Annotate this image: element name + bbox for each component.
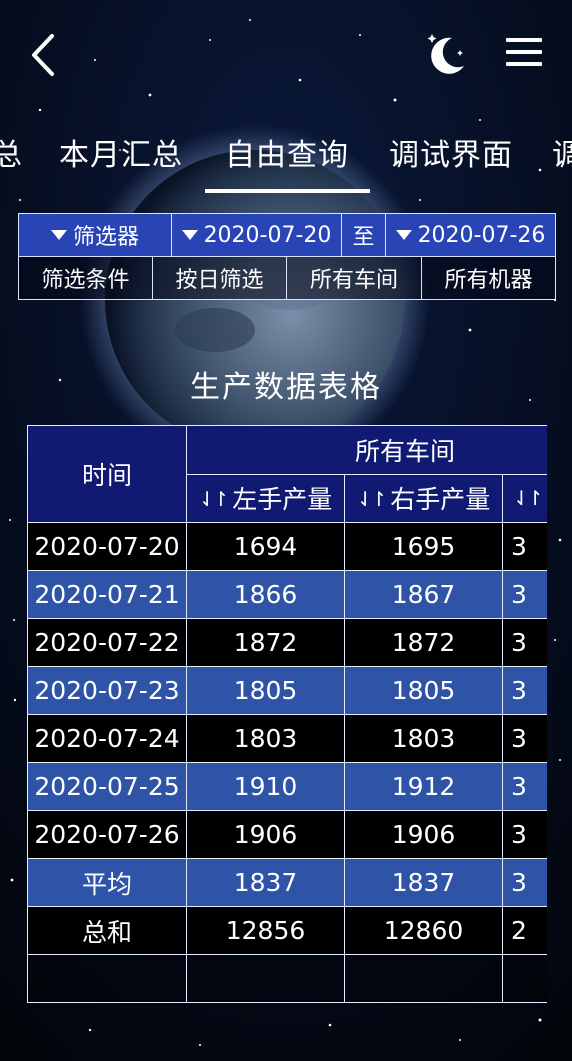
- to-label: 至: [352, 225, 375, 250]
- left-output-cell: 1866: [186, 570, 345, 619]
- moon-stars-icon: [427, 34, 464, 74]
- tab-free-query[interactable]: 自由查询: [225, 130, 349, 174]
- third-output-cell: 3: [502, 810, 547, 859]
- time-cell: 2020-07-26: [27, 810, 187, 859]
- third-output-cell: 3: [502, 858, 547, 907]
- right-output-cell: 1906: [344, 810, 503, 859]
- workshop-select[interactable]: 所有车间: [286, 256, 422, 300]
- night-mode-toggle[interactable]: [422, 30, 470, 78]
- table-row: 2020-07-25 1910 1912 3: [27, 762, 547, 811]
- right-output-cell: 1803: [344, 714, 503, 763]
- menu-button[interactable]: [506, 38, 542, 70]
- third-output-cell: 3: [502, 570, 547, 619]
- time-cell: 2020-07-21: [27, 570, 187, 619]
- right-output-label: 右手产量: [390, 485, 491, 515]
- end-date-select[interactable]: 2020-07-26: [385, 213, 556, 257]
- dropdown-arrow-icon: [50, 230, 67, 240]
- total-row: 总和 12856 12860 2: [27, 906, 547, 955]
- right-output-cell: 12860: [344, 906, 503, 955]
- left-output-header[interactable]: ⇃↾ 左手产量: [186, 473, 345, 523]
- right-output-cell: 1867: [344, 570, 503, 619]
- table-row: 2020-07-26 1906 1906 3: [27, 810, 547, 859]
- menu-bar: [506, 50, 542, 54]
- left-output-cell: 1803: [186, 714, 345, 763]
- machine-select[interactable]: 所有机器: [421, 256, 556, 300]
- right-output-cell: 1695: [344, 522, 503, 571]
- empty-cell: [344, 954, 503, 1003]
- workshop-label: 所有车间: [309, 268, 398, 293]
- left-output-cell: 1837: [186, 858, 345, 907]
- tab-next[interactable]: 调: [552, 130, 572, 174]
- time-cell: 2020-07-20: [27, 522, 187, 571]
- left-output-cell: 1910: [186, 762, 345, 811]
- third-output-cell: 3: [502, 762, 547, 811]
- filter-dropdown[interactable]: 筛选器: [18, 213, 172, 257]
- end-date-value: 2020-07-26: [417, 222, 546, 248]
- filter-label: 筛选器: [72, 225, 139, 250]
- empty-cell: [186, 954, 345, 1003]
- tab-month-summary[interactable]: 本月汇总: [59, 130, 183, 174]
- time-cell: 2020-07-25: [27, 762, 187, 811]
- empty-row: [27, 954, 547, 1003]
- left-output-label: 左手产量: [232, 485, 333, 515]
- third-output-cell: 3: [502, 618, 547, 667]
- right-output-cell: 1805: [344, 666, 503, 715]
- empty-cell: [502, 954, 547, 1003]
- left-output-cell: 1805: [186, 666, 345, 715]
- average-row: 平均 1837 1837 3: [27, 858, 547, 907]
- workshop-group-header: 所有车间: [186, 425, 547, 475]
- left-output-cell: 12856: [186, 906, 345, 955]
- right-output-cell: 1872: [344, 618, 503, 667]
- right-output-cell: 1837: [344, 858, 503, 907]
- left-output-cell: 1906: [186, 810, 345, 859]
- menu-bar: [506, 62, 542, 66]
- empty-cell: [27, 954, 187, 1003]
- sort-icon: ⇃↾: [198, 487, 229, 512]
- machine-label: 所有机器: [444, 268, 533, 293]
- start-date-select[interactable]: 2020-07-20: [171, 213, 342, 257]
- menu-bar: [506, 38, 542, 42]
- tab-debug[interactable]: 调试界面: [389, 130, 513, 174]
- third-output-cell: 3: [502, 666, 547, 715]
- time-cell: 总和: [27, 906, 187, 955]
- dropdown-arrow-icon: [181, 230, 198, 240]
- sort-icon: ⇃↾: [513, 485, 543, 510]
- sort-icon: ⇃↾: [356, 487, 387, 512]
- time-header: 时间: [27, 425, 187, 523]
- left-output-cell: 1694: [186, 522, 345, 571]
- tab-bar: 总 本月汇总 自由查询 调试界面 调: [0, 118, 572, 198]
- filter-condition-button[interactable]: 筛选条件: [18, 256, 153, 300]
- table-row: 2020-07-24 1803 1803 3: [27, 714, 547, 763]
- active-tab-indicator: [205, 189, 370, 193]
- production-table: 时间 所有车间 ⇃↾ 左手产量 ⇃↾ 右手产量 ⇃↾ 2020-07-20 1694…: [27, 425, 547, 1003]
- time-cell: 2020-07-23: [27, 666, 187, 715]
- filter-condition-label: 筛选条件: [41, 268, 130, 293]
- table-row: 2020-07-21 1866 1867 3: [27, 570, 547, 619]
- date-range-separator: 至: [341, 213, 386, 257]
- back-button[interactable]: [24, 30, 68, 80]
- time-cell: 2020-07-24: [27, 714, 187, 763]
- production-table-scroll[interactable]: 时间 所有车间 ⇃↾ 左手产量 ⇃↾ 右手产量 ⇃↾ 2020-07-20 1694…: [27, 425, 547, 1010]
- third-output-header[interactable]: ⇃↾: [502, 473, 547, 523]
- dropdown-arrow-icon: [395, 230, 412, 240]
- third-output-cell: 2: [502, 906, 547, 955]
- tab-summary[interactable]: 总: [0, 130, 23, 174]
- time-cell: 2020-07-22: [27, 618, 187, 667]
- table-row: 2020-07-23 1805 1805 3: [27, 666, 547, 715]
- filter-mode-label: 按日筛选: [175, 268, 264, 293]
- filter-mode-button[interactable]: 按日筛选: [152, 256, 287, 300]
- right-output-header[interactable]: ⇃↾ 右手产量: [344, 473, 503, 523]
- start-date-value: 2020-07-20: [203, 222, 332, 248]
- chevron-left-icon: [32, 34, 54, 76]
- time-cell: 平均: [27, 858, 187, 907]
- table-row: 2020-07-22 1872 1872 3: [27, 618, 547, 667]
- table-row: 2020-07-20 1694 1695 3: [27, 522, 547, 571]
- third-output-cell: 3: [502, 522, 547, 571]
- left-output-cell: 1872: [186, 618, 345, 667]
- third-output-cell: 3: [502, 714, 547, 763]
- table-title: 生产数据表格: [190, 370, 382, 405]
- right-output-cell: 1912: [344, 762, 503, 811]
- filter-panel: 筛选器 2020-07-20 至 2020-07-26 筛选条件 按日筛选 所有…: [18, 213, 556, 301]
